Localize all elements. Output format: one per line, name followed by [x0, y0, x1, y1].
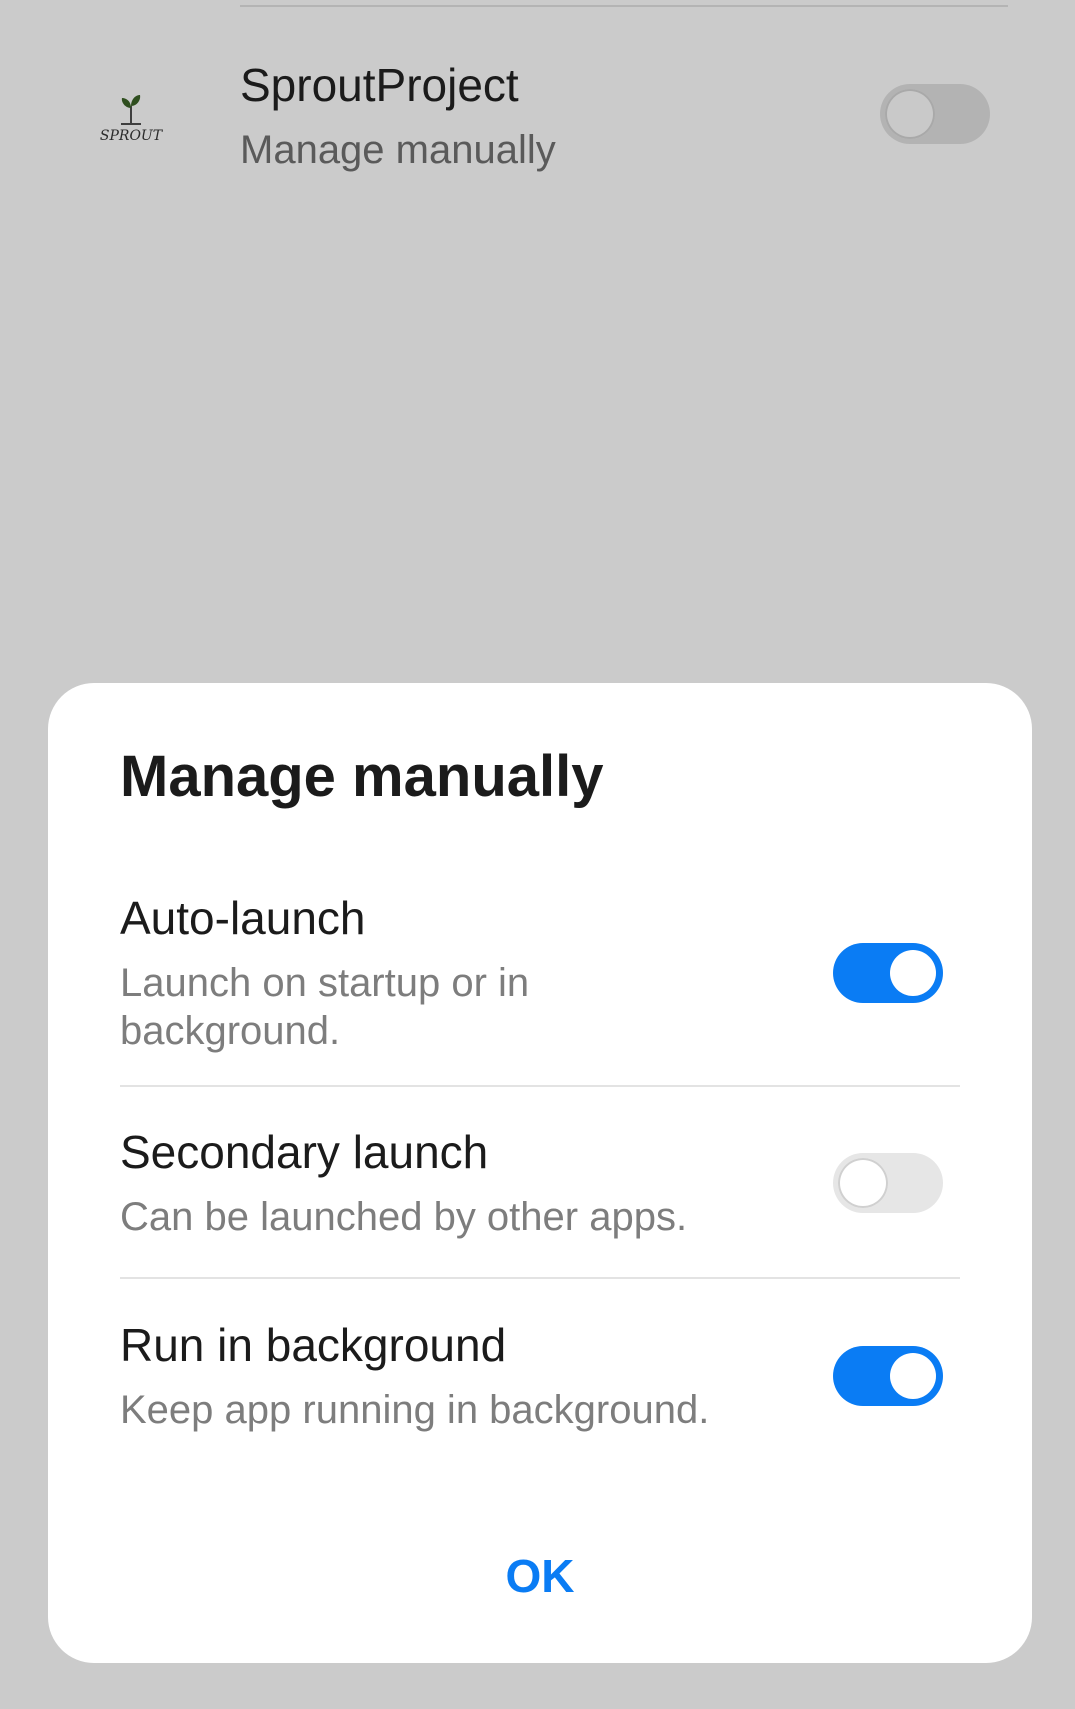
toggle-knob — [890, 950, 936, 996]
option-title: Run in background — [120, 1319, 507, 1371]
option-divider — [120, 1277, 960, 1279]
sprout-logo-icon: SPROUT — [95, 84, 167, 148]
list-divider — [240, 5, 1008, 7]
app-manage-toggle[interactable] — [880, 84, 990, 144]
app-status: Manage manually — [240, 128, 556, 172]
secondary-launch-toggle[interactable] — [833, 1153, 943, 1213]
ok-button[interactable]: OK — [440, 1541, 640, 1611]
app-name: SproutProject — [240, 59, 519, 111]
auto-launch-toggle[interactable] — [833, 943, 943, 1003]
svg-text:SPROUT: SPROUT — [100, 128, 164, 144]
dialog-title: Manage manually — [120, 744, 604, 809]
option-title: Auto-launch — [120, 892, 366, 944]
option-description: Launch on startup or in background. — [120, 961, 530, 1053]
option-description: Keep app running in background. — [120, 1388, 710, 1432]
toggle-knob — [885, 89, 935, 139]
manage-manually-dialog: Manage manually Auto-launch Launch on st… — [48, 683, 1032, 1663]
option-divider — [120, 1085, 960, 1087]
toggle-knob — [890, 1353, 936, 1399]
app-list-item-sproutproject[interactable]: SPROUT SproutProject Manage manually — [0, 40, 1075, 190]
run-in-background-toggle[interactable] — [833, 1346, 943, 1406]
toggle-knob — [838, 1158, 888, 1208]
option-title: Secondary launch — [120, 1126, 489, 1178]
option-description: Can be launched by other apps. — [120, 1195, 688, 1239]
